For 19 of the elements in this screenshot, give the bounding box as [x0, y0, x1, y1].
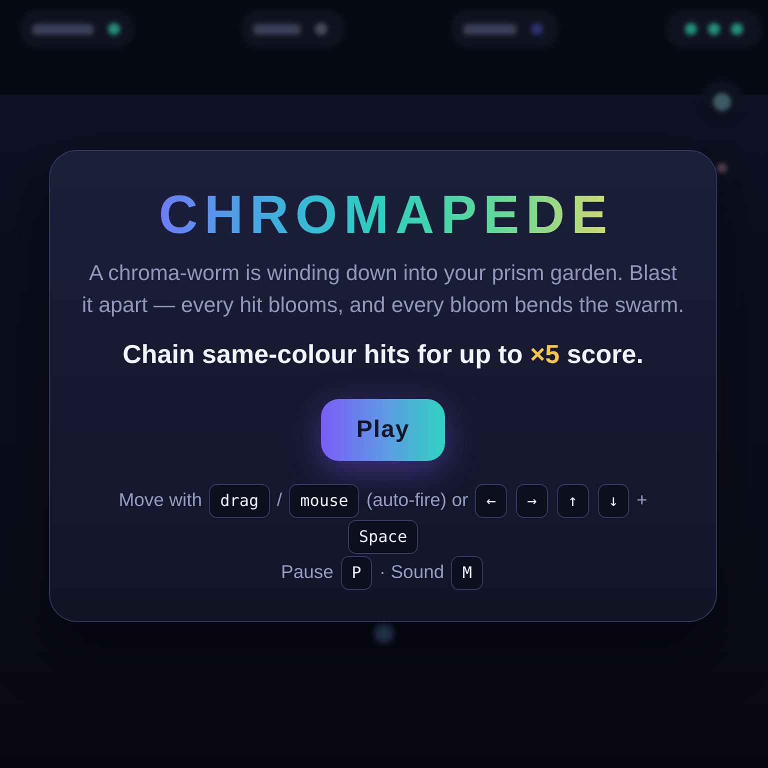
- intro-text: A chroma-worm is winding down into your prism garden. Blast it apart — every hit blooms, and every bloom bends the swarm.: [81, 260, 685, 319]
- key-cap: drag: [209, 484, 270, 518]
- score-hint-text: Chain same-colour hits for up to ×5 score.: [122, 338, 644, 370]
- instruction-text: · Sound: [379, 561, 444, 582]
- key-cap: ↓: [598, 484, 630, 518]
- instruction-text: Pause: [281, 561, 334, 582]
- key-cap: mouse: [289, 484, 360, 518]
- key-cap: M: [451, 556, 483, 590]
- instruction-text: Move with: [118, 489, 202, 510]
- blurred-glow-drawing: [373, 622, 395, 644]
- instruction-text: (auto-fire) or: [366, 489, 468, 510]
- key-cap: Space: [348, 520, 418, 554]
- instruction-text: +: [636, 489, 648, 510]
- key-cap: ←: [475, 484, 507, 518]
- key-cap: P: [340, 556, 372, 590]
- instruction-text: /: [276, 489, 282, 510]
- key-cap: →: [516, 484, 548, 518]
- key-cap: ↑: [556, 484, 589, 518]
- play-button[interactable]: Play: [321, 399, 445, 461]
